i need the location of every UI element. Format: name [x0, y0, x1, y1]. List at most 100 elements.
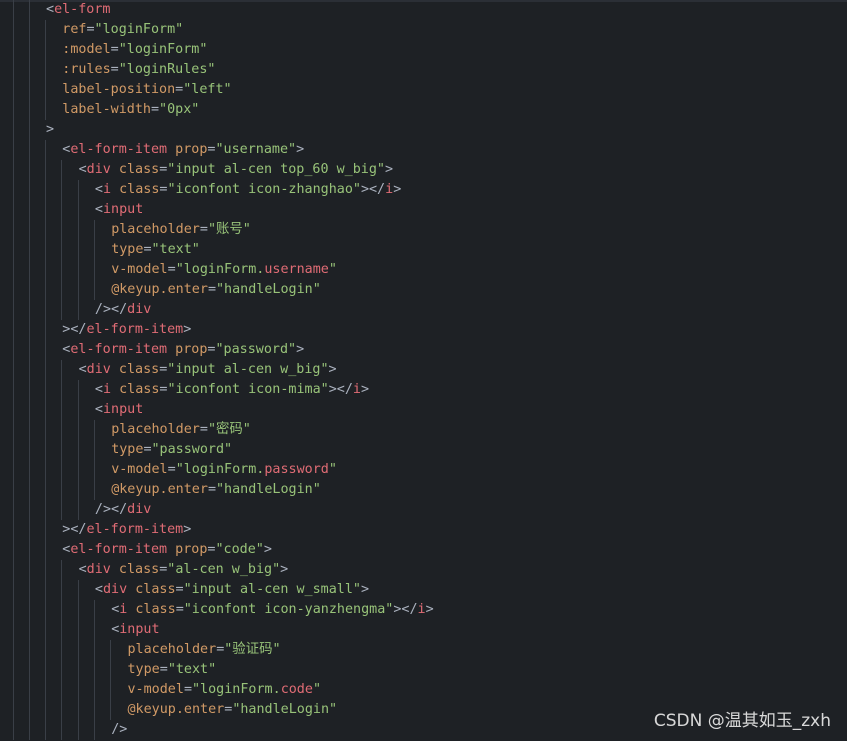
indent-guide [77, 500, 79, 520]
indent-guide [29, 220, 30, 240]
code-line[interactable]: ref="loginForm" [0, 20, 847, 40]
indent-guide [29, 240, 30, 260]
indent-guide [13, 60, 14, 80]
indent-guide [13, 360, 14, 380]
indent-guide [13, 0, 14, 20]
indent-guide [61, 500, 63, 520]
indent-guide [61, 180, 63, 200]
indent-guide [29, 560, 30, 580]
indent-guide [93, 460, 95, 480]
code-line[interactable]: <input [0, 200, 847, 220]
indent-guide [77, 680, 79, 700]
indent-guide [61, 280, 63, 300]
indent-guide [61, 620, 63, 640]
indent-guide [29, 20, 30, 40]
code-token: div [127, 502, 152, 517]
code-line[interactable]: /></div [0, 300, 847, 320]
code-line[interactable]: label-width="0px" [0, 100, 847, 120]
indent-guide [77, 280, 79, 300]
code-line[interactable]: <div class="input al-cen w_small"> [0, 580, 847, 600]
code-line[interactable]: @keyup.enter="handleLogin" [0, 480, 847, 500]
indent-guide [93, 600, 95, 620]
code-token: /> [111, 722, 128, 737]
code-line-text: > [46, 120, 54, 140]
code-area[interactable]: <el-form ref="loginForm":model="loginForm… [0, 0, 847, 740]
indent-guide [29, 80, 30, 100]
indent-guide [29, 120, 30, 140]
code-line[interactable]: <el-form-item prop="username"> [0, 140, 847, 160]
code-line[interactable]: <i class="iconfont icon-yanzhengma"></i> [0, 600, 847, 620]
code-line[interactable]: <el-form [0, 0, 847, 20]
code-token: ></ [62, 322, 87, 337]
indent-guide [45, 560, 46, 580]
code-line[interactable]: v-model="loginForm.username" [0, 260, 847, 280]
indent-guide [29, 140, 30, 160]
indent-guide [13, 100, 14, 120]
code-line-text: placeholder="验证码" [128, 640, 281, 660]
code-token: > [183, 322, 192, 337]
indent-guide [45, 440, 46, 460]
code-line[interactable]: > [0, 120, 847, 140]
code-line[interactable]: v-model="loginForm.code" [0, 680, 847, 700]
code-line[interactable]: <el-form-item prop="password"> [0, 340, 847, 360]
watermark: CSDN @温其如玉_zxh [653, 711, 831, 731]
indent-guide [77, 660, 79, 680]
code-line[interactable]: label-position="left" [0, 80, 847, 100]
indent-guide [61, 440, 63, 460]
code-line[interactable]: <i class="iconfont icon-mima"></i> [0, 380, 847, 400]
code-line[interactable]: <input [0, 400, 847, 420]
code-line[interactable]: placeholder="密码" [0, 420, 847, 440]
code-line[interactable]: <el-form-item prop="code"> [0, 540, 847, 560]
code-token: = [175, 602, 184, 617]
code-line[interactable]: <i class="iconfont icon-zhanghao"></i> [0, 180, 847, 200]
indent-guide [29, 640, 30, 660]
indent-guide [29, 260, 30, 280]
code-line-text: <i class="iconfont icon-yanzhengma"></i> [111, 600, 433, 620]
code-line-text: <i class="iconfont icon-zhanghao"></i> [95, 180, 401, 200]
code-line[interactable]: placeholder="账号" [0, 220, 847, 240]
indent-guide [13, 500, 14, 520]
indent-guide [61, 260, 63, 280]
code-token: "handleLogin" [232, 702, 338, 717]
code-token: "input al-cen w_big" [167, 362, 329, 377]
code-token: class [119, 382, 160, 397]
indent-guide [29, 600, 30, 620]
code-line[interactable]: v-model="loginForm.password" [0, 460, 847, 480]
code-token: label-position [62, 82, 176, 97]
code-line[interactable]: :model="loginForm" [0, 40, 847, 60]
code-line[interactable]: type="text" [0, 660, 847, 680]
code-line[interactable]: <div class="input al-cen top_60 w_big"> [0, 160, 847, 180]
code-line-text: /> [111, 720, 127, 740]
code-line-text: <input [95, 400, 143, 420]
code-line-text: ></el-form-item> [62, 320, 191, 340]
code-line-text: placeholder="账号" [111, 220, 251, 240]
indent-guide [29, 300, 30, 320]
indent-guide [13, 660, 14, 680]
code-line[interactable]: type="password" [0, 440, 847, 460]
indent-guide [29, 60, 30, 80]
indent-guide [45, 620, 46, 640]
code-line[interactable]: <input [0, 620, 847, 640]
code-token: placeholder [111, 222, 200, 237]
code-token: class [119, 182, 160, 197]
code-line[interactable]: <div class="input al-cen w_big"> [0, 360, 847, 380]
code-line[interactable]: :rules="loginRules" [0, 60, 847, 80]
indent-guide [13, 120, 14, 140]
code-line-text: <div class="input al-cen w_big"> [79, 360, 337, 380]
code-line[interactable]: ></el-form-item> [0, 520, 847, 540]
code-line-text: label-width="0px" [62, 100, 199, 120]
code-line[interactable]: @keyup.enter="handleLogin" [0, 280, 847, 300]
code-line[interactable]: /></div [0, 500, 847, 520]
code-line[interactable]: <div class="al-cen w_big"> [0, 560, 847, 580]
code-line-text: <input [95, 200, 143, 220]
indent-guide [13, 20, 14, 40]
code-line[interactable]: placeholder="验证码" [0, 640, 847, 660]
code-line[interactable]: type="text" [0, 240, 847, 260]
indent-guide [110, 640, 112, 660]
code-editor[interactable]: <el-form ref="loginForm":model="loginForm… [0, 0, 847, 741]
indent-guide [45, 540, 46, 560]
code-line[interactable]: ></el-form-item> [0, 320, 847, 340]
